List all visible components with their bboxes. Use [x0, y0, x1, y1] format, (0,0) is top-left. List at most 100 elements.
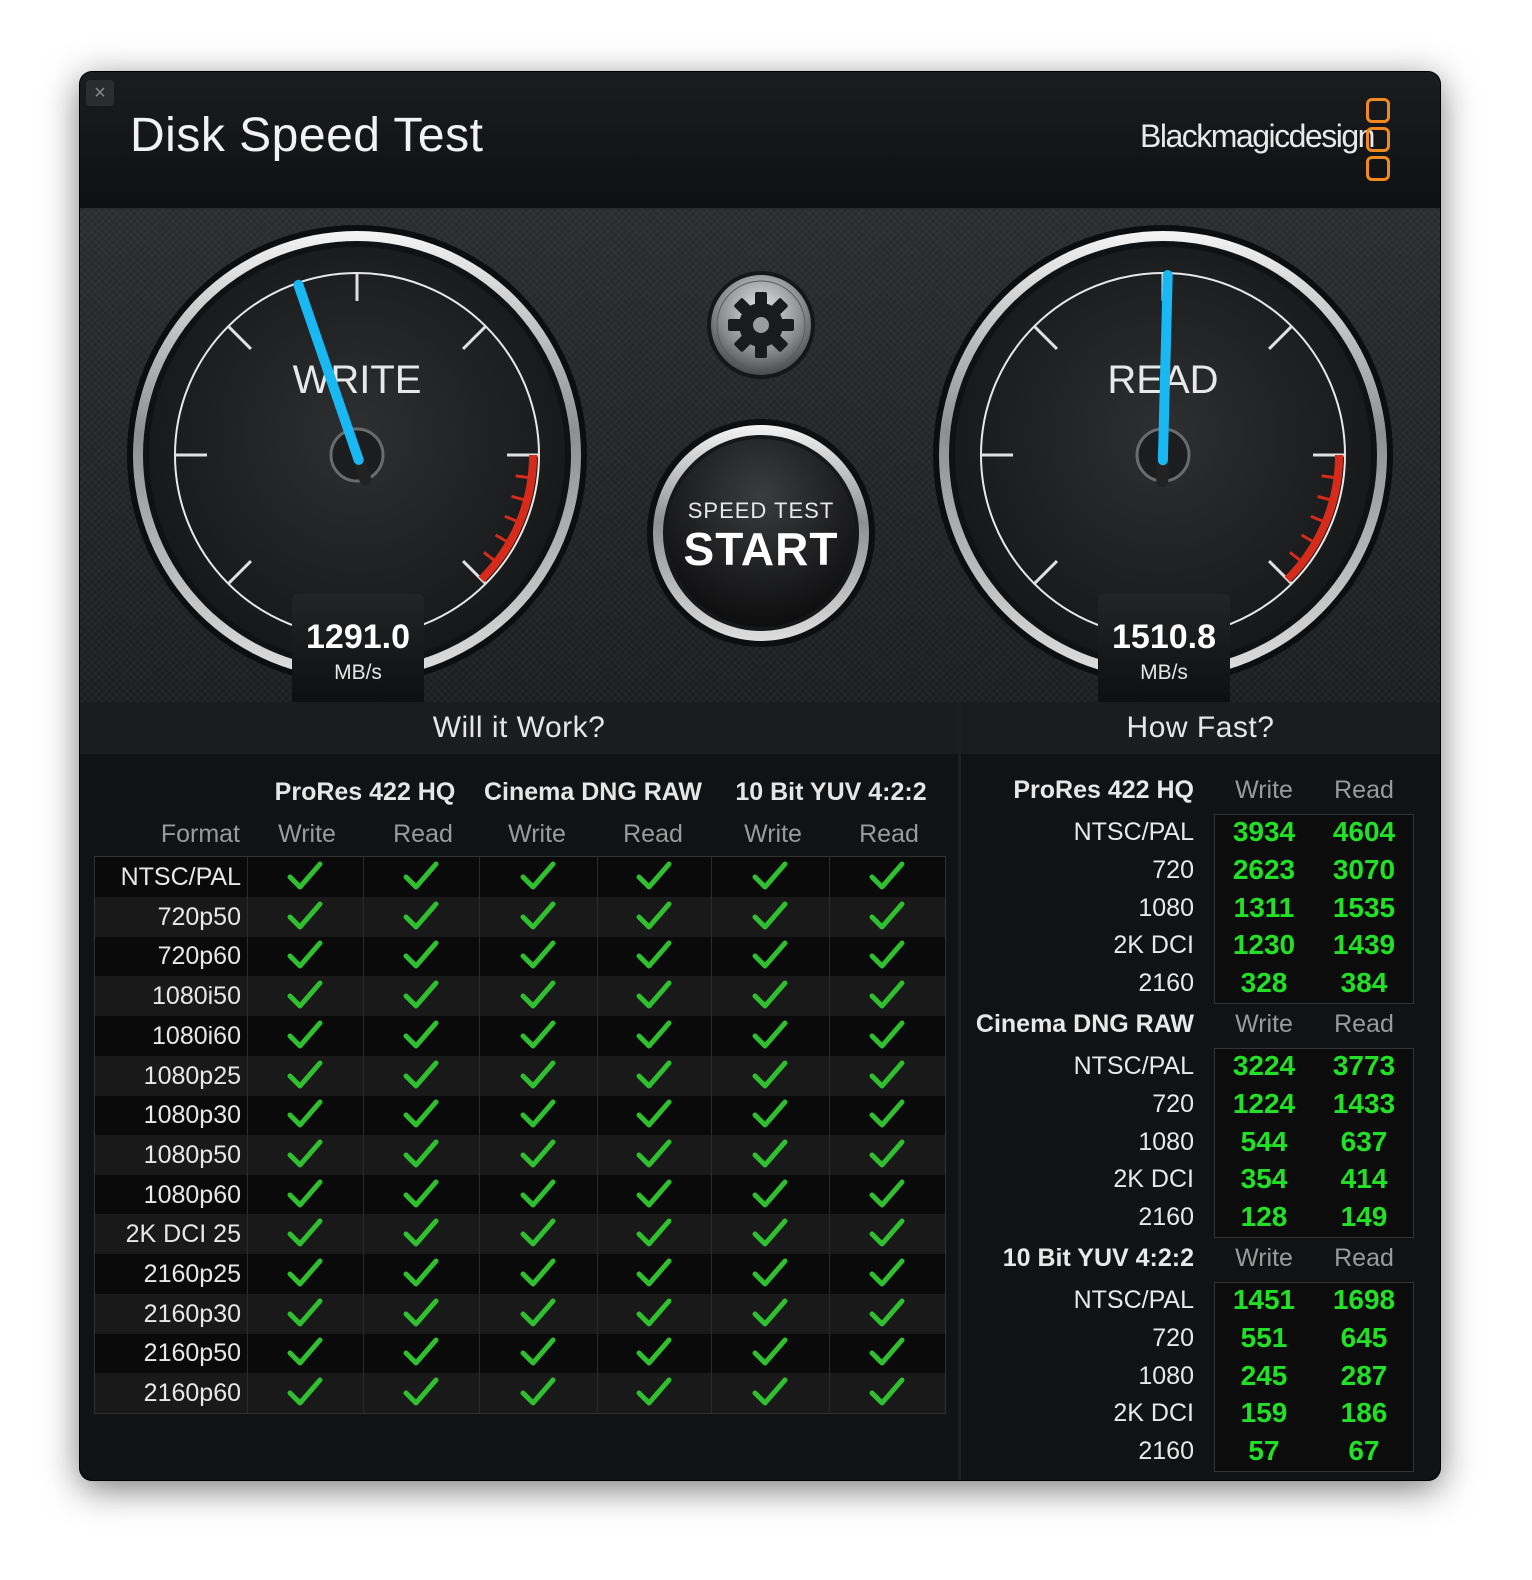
- format-label: 1080p50: [143, 1140, 241, 1169]
- format-label: 720p60: [157, 942, 241, 971]
- col-header-write: Write: [508, 820, 566, 848]
- write-fps-value: 328: [1240, 967, 1288, 999]
- write-fps-value: 2623: [1232, 853, 1296, 885]
- table-row: 720p60: [95, 936, 945, 976]
- checkmark-icon: [287, 1020, 323, 1049]
- table-row: 2160p60: [95, 1373, 945, 1414]
- table-row: 2K DCI 25: [95, 1214, 945, 1255]
- table-row: 1080p30: [95, 1095, 945, 1135]
- checkmark-icon: [752, 1179, 788, 1208]
- checkmark-icon: [403, 1099, 439, 1128]
- checkmark-icon: [287, 1218, 323, 1247]
- format-label: 1080p30: [143, 1101, 241, 1130]
- column-divider: [479, 857, 480, 1413]
- settings-button[interactable]: [706, 270, 816, 380]
- how-fast-format-label: NTSC/PAL: [1073, 1052, 1194, 1080]
- checkmark-icon: [636, 1337, 672, 1366]
- checkmark-icon: [752, 861, 788, 890]
- read-fps-value: 1439: [1332, 929, 1396, 961]
- close-icon[interactable]: ×: [86, 80, 114, 106]
- checkmark-icon: [287, 1377, 323, 1406]
- checkmark-icon: [403, 1298, 439, 1327]
- write-fps-value: 544: [1240, 1125, 1288, 1157]
- how-fast-read-header: Read: [1334, 776, 1394, 804]
- checkmark-icon: [636, 1218, 672, 1247]
- checkmark-icon: [636, 901, 672, 930]
- checkmark-icon: [520, 1298, 556, 1327]
- format-label: 2K DCI 25: [125, 1220, 241, 1249]
- checkmark-icon: [520, 1020, 556, 1049]
- checkmark-icon: [636, 1020, 672, 1049]
- checkmark-icon: [636, 1099, 672, 1128]
- read-fps-value: 287: [1340, 1359, 1388, 1391]
- checkmark-icon: [636, 1139, 672, 1168]
- checkmark-icon: [520, 1258, 556, 1287]
- checkmark-icon: [520, 1179, 556, 1208]
- gauge-needle: [1157, 270, 1173, 466]
- checkmark-icon: [520, 980, 556, 1009]
- format-label: 2160p60: [143, 1379, 241, 1408]
- table-row: 2160p25: [95, 1254, 945, 1294]
- read-fps-value: 414: [1340, 1163, 1388, 1195]
- write-fps-value: 1451: [1232, 1284, 1296, 1315]
- checkmark-icon: [752, 1139, 788, 1168]
- checkmark-icon: [520, 861, 556, 890]
- checkmark-icon: [752, 1258, 788, 1287]
- checkmark-icon: [636, 1298, 672, 1327]
- format-label: 2160p30: [143, 1299, 241, 1328]
- checkmark-icon: [520, 940, 556, 969]
- checkmark-icon: [287, 1099, 323, 1128]
- column-divider: [711, 857, 712, 1413]
- write-fps-value: 159: [1240, 1397, 1288, 1429]
- format-label: 1080i50: [152, 982, 241, 1011]
- start-button-caption: SPEED TEST: [687, 498, 835, 523]
- read-fps-value: 1698: [1332, 1284, 1396, 1315]
- how-fast-format-label: 2K DCI: [1113, 1165, 1194, 1194]
- checkmark-icon: [636, 1377, 672, 1406]
- how-fast-format-label: 1080: [1138, 1127, 1194, 1156]
- col-header-read: Read: [859, 820, 919, 848]
- column-divider: [829, 857, 830, 1413]
- checkmark-icon: [403, 1020, 439, 1049]
- read-fps-value: 149: [1340, 1201, 1388, 1233]
- checkmark-icon: [752, 1099, 788, 1128]
- how-fast-format-label: 2K DCI: [1113, 931, 1194, 960]
- checkmark-icon: [636, 1179, 672, 1208]
- checkmark-icon: [636, 1258, 672, 1287]
- checkmark-icon: [869, 1060, 905, 1088]
- write-fps-value: 128: [1240, 1201, 1288, 1233]
- checkmark-icon: [752, 1377, 788, 1406]
- read-readout: 1510.8 MB/s: [1098, 594, 1230, 706]
- how-fast-heading: How Fast?: [961, 702, 1440, 754]
- how-fast-codec-header: 10 Bit YUV 4:2:2: [1002, 1244, 1194, 1272]
- table-row: 1080p60: [95, 1175, 945, 1215]
- how-fast-codec-header: ProRes 422 HQ: [1013, 776, 1194, 804]
- checkmark-icon: [287, 861, 323, 890]
- how-fast-format-label: NTSC/PAL: [1073, 818, 1194, 846]
- write-fps-value: 1230: [1232, 929, 1296, 961]
- checkmark-icon: [752, 980, 788, 1009]
- format-label: 720p50: [157, 902, 241, 931]
- format-label: 2160p50: [143, 1339, 241, 1368]
- checkmark-icon: [520, 901, 556, 930]
- start-button-label: START: [683, 523, 839, 575]
- start-button[interactable]: SPEED TEST START: [646, 418, 876, 648]
- write-fps-value: 3224: [1232, 1050, 1296, 1081]
- write-fps-value: 354: [1240, 1163, 1288, 1195]
- write-fps-value: 1224: [1232, 1087, 1296, 1119]
- how-fast-read-header: Read: [1334, 1244, 1394, 1272]
- table-row: 2160p30: [95, 1293, 945, 1334]
- checkmark-icon: [403, 1258, 439, 1287]
- checkmark-icon: [287, 1060, 323, 1088]
- format-label: 1080p60: [143, 1180, 241, 1209]
- how-fast-read-header: Read: [1334, 1010, 1394, 1038]
- read-fps-value: 384: [1340, 967, 1388, 999]
- checkmark-icon: [869, 1020, 905, 1049]
- checkmark-icon: [869, 1258, 905, 1287]
- col-header-read: Read: [393, 820, 453, 848]
- column-divider: [597, 857, 598, 1413]
- format-label: NTSC/PAL: [120, 863, 241, 891]
- checkmark-icon: [752, 1218, 788, 1247]
- checkmark-icon: [869, 1377, 905, 1406]
- table-row: 2160p50: [95, 1333, 945, 1373]
